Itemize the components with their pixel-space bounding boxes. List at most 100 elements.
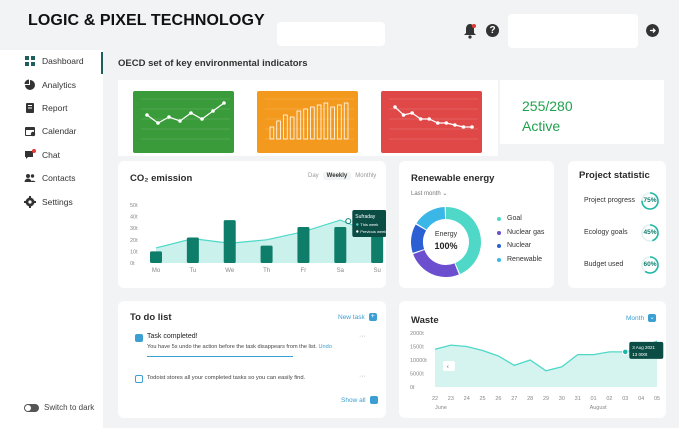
sidebar-item-label: Settings (42, 197, 73, 207)
indicators-title: OECD set of key environmental indicators (118, 58, 308, 69)
sidebar-item-settings[interactable]: Settings (24, 194, 73, 210)
renewable-title: Renewable energy (411, 173, 495, 184)
brand-title: LOGIC & PIXEL TECHNOLOGY (28, 12, 265, 29)
sidebar-item-contacts[interactable]: Contacts (24, 170, 76, 186)
stat-budget-used: Budget used (584, 261, 624, 268)
indicator-card-green[interactable] (133, 91, 234, 153)
x-group-label: August (590, 405, 608, 411)
stat-value: 45% (643, 229, 657, 236)
indicator-card-orange[interactable] (257, 91, 358, 153)
waste-filter-label: Month (626, 314, 645, 322)
period-monthly[interactable]: Monthly (351, 172, 380, 180)
todo-item-text: Todoist stores all your completed tasks … (147, 375, 306, 381)
todo-item[interactable]: Task completed! You have 5s undo the act… (133, 331, 378, 360)
checkbox-checked[interactable] (135, 334, 143, 342)
mini-point (178, 119, 182, 123)
dark-mode-switch[interactable]: Switch to dark (24, 403, 94, 412)
sidebar-item-calendar[interactable]: Calendar (24, 123, 77, 139)
mini-point (427, 117, 432, 121)
y-tick-label: 10t (130, 249, 138, 255)
todo-title: To do list (130, 312, 172, 323)
show-all-button[interactable]: Show all (341, 396, 378, 404)
waste-filter[interactable]: Month ⌄ (626, 314, 657, 322)
legend-dot (497, 216, 501, 221)
x-group-label: June (435, 405, 447, 411)
sidebar-item-report[interactable]: Report (24, 100, 68, 116)
mini-point (435, 121, 440, 125)
project-title: Project statistic (579, 170, 650, 181)
y-tick-label: 5000t (410, 372, 424, 378)
tooltip-line: Previous week (360, 229, 386, 234)
mini-point (189, 111, 193, 115)
mini-point (393, 105, 397, 109)
mini-bar (310, 106, 315, 140)
y-tick-label: 30t (130, 226, 138, 232)
legend-label: Goal (507, 215, 522, 222)
tooltip-title: Sufraday (355, 214, 376, 220)
more-icon[interactable]: ··· (359, 373, 366, 380)
mini-bar (283, 114, 288, 140)
waste-area (435, 341, 657, 387)
profile-box[interactable] (508, 14, 638, 48)
sidebar-item-label: Analytics (42, 80, 77, 90)
mini-chart (389, 98, 478, 140)
legend-label: Nuclear (507, 242, 532, 249)
todo-item[interactable]: Todoist stores all your completed tasks … (133, 371, 378, 385)
x-tick-label: 25 (480, 396, 486, 402)
y-tick-label: 2000t (410, 331, 424, 337)
renewable-filter[interactable]: Last month ⌄ (411, 190, 447, 197)
co2-bar (186, 237, 199, 263)
mini-point (167, 115, 171, 119)
toggle-icon[interactable] (24, 403, 39, 412)
new-task-label: New task (338, 313, 365, 321)
y-tick-label: 50t (130, 203, 138, 209)
stat-value: 60% (643, 261, 657, 268)
x-tick-label: Th (263, 268, 270, 274)
stat-ecology-goals: Ecology goals (584, 229, 628, 236)
scroll-left-button[interactable] (443, 361, 455, 371)
x-tick-label: 29 (543, 396, 549, 402)
donut-slice (413, 249, 459, 277)
legend-nuclear: Nuclear (497, 242, 531, 249)
tooltip-dot (356, 230, 359, 233)
undo-link[interactable]: Undo (318, 344, 331, 350)
sidebar-item-dashboard[interactable]: Dashboard (24, 53, 84, 69)
co2-bar (371, 234, 384, 263)
bell-icon[interactable] (463, 23, 477, 39)
indicator-card-red[interactable] (381, 91, 482, 153)
x-tick-label: 02 (606, 396, 612, 402)
period-weekly[interactable]: Weekly (322, 172, 352, 180)
mini-bar (303, 108, 308, 140)
show-all-label: Show all (341, 396, 366, 404)
tooltip-date: 3 Aug 2021 (632, 345, 655, 350)
x-tick-label: 28 (527, 396, 533, 402)
sidebar-item-analytics[interactable]: Analytics (24, 77, 76, 93)
x-tick-label: Fr (301, 268, 307, 274)
checkbox-unchecked[interactable] (135, 375, 143, 383)
new-task-button[interactable]: New task + (338, 313, 377, 321)
mini-bar (337, 104, 342, 140)
mini-point (470, 125, 474, 129)
search-input[interactable] (277, 22, 385, 46)
mini-chart (265, 98, 354, 140)
tooltip-line: This week (360, 222, 378, 227)
co2-bar (297, 227, 310, 263)
donut-label: Energy (434, 231, 458, 238)
chevron-left-icon: ‹ (447, 364, 449, 371)
stat-project-progress: Project progress (584, 197, 635, 204)
tooltip-point (345, 218, 352, 225)
legend-label: Nuclear gas (507, 229, 545, 236)
legend-dot (497, 243, 501, 248)
x-tick-label: We (225, 268, 235, 274)
mini-line (394, 106, 472, 128)
period-day[interactable]: Day (304, 172, 323, 180)
co2-title: CO₂ emission (130, 173, 193, 184)
mini-bar (276, 120, 281, 140)
more-icon[interactable]: ··· (359, 333, 366, 340)
co2-tooltip: Sufraday This week Previous week (352, 210, 386, 237)
sidebar-item-chat[interactable]: Chat (24, 147, 60, 163)
logout-icon[interactable] (646, 24, 659, 37)
sidebar-item-label: Contacts (42, 173, 76, 183)
legend-dot (497, 230, 501, 235)
help-icon[interactable]: ? (486, 24, 499, 37)
